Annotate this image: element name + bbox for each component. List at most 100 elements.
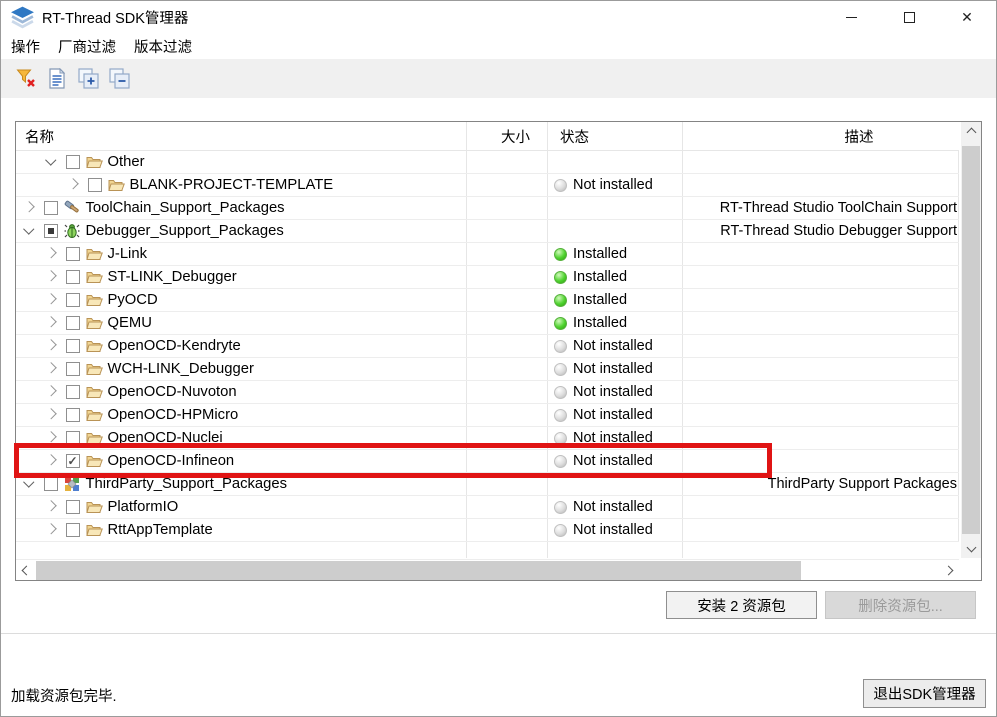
table-row[interactable]: PyOCD Installed (16, 289, 959, 312)
chevron-right-icon[interactable] (23, 201, 35, 213)
package-table: 名称 大小 状态 描述 Other BLANK-PROJECT-TEMPLATE N… (15, 121, 982, 581)
scroll-right-arrow[interactable] (941, 560, 959, 581)
chevron-right-icon[interactable] (45, 408, 57, 420)
row-checkbox[interactable] (43, 477, 58, 491)
plugin-icon (64, 476, 81, 492)
table-row[interactable]: ToolChain_Support_Packages RT-Thread Stud… (16, 197, 959, 220)
table-row[interactable]: RttAppTemplate Not installed (16, 519, 959, 542)
table-row[interactable]: ST-LINK_Debugger Installed (16, 266, 959, 289)
column-header-size[interactable]: 大小 (467, 122, 548, 150)
row-checkbox[interactable] (65, 339, 80, 353)
cell-description (683, 243, 959, 265)
row-checkbox[interactable] (65, 385, 80, 399)
cell-name: OpenOCD-Nuvoton (16, 381, 467, 403)
cell-description (683, 381, 959, 403)
horizontal-scrollbar[interactable] (16, 559, 959, 580)
row-checkbox[interactable] (43, 201, 58, 215)
folder-icon (107, 177, 125, 193)
install-packages-button[interactable]: 安装 2 资源包 (666, 591, 817, 619)
table-row[interactable]: OpenOCD-Infineon Not installed (16, 450, 959, 473)
table-row[interactable]: OpenOCD-Nuclei Not installed (16, 427, 959, 450)
cell-size (467, 358, 548, 380)
status-label: Not installed (573, 453, 653, 469)
row-checkbox[interactable] (87, 178, 102, 192)
cell-description (683, 289, 959, 311)
exit-sdk-manager-button[interactable]: 退出SDK管理器 (863, 679, 986, 708)
table-row[interactable]: J-Link Installed (16, 243, 959, 266)
log-button[interactable] (45, 67, 69, 91)
column-header-description[interactable]: 描述 (683, 122, 959, 150)
cell-status: Installed (548, 289, 683, 311)
chevron-right-icon[interactable] (45, 247, 57, 259)
filter-clear-icon (15, 69, 35, 87)
sdk-manager-window: RT-Thread SDK管理器 ✕ 操作 厂商过滤 版本过滤 名称 大小 状态… (0, 0, 997, 717)
chevron-right-icon[interactable] (45, 500, 57, 512)
table-row[interactable]: PlatformIO Not installed (16, 496, 959, 519)
table-row[interactable]: OpenOCD-Kendryte Not installed (16, 335, 959, 358)
table-row[interactable]: BLANK-PROJECT-TEMPLATE Not installed (16, 174, 959, 197)
minimize-button[interactable] (822, 1, 880, 33)
not-installed-status-icon (554, 385, 567, 399)
row-checkbox[interactable] (65, 293, 80, 307)
row-checkbox[interactable] (43, 224, 58, 238)
row-checkbox[interactable] (65, 500, 80, 514)
collapse-all-button[interactable] (107, 67, 131, 91)
column-header-name[interactable]: 名称 (16, 122, 467, 150)
not-installed-status-icon (554, 431, 567, 445)
table-row[interactable]: Debugger_Support_Packages RT-Thread Studi… (16, 220, 959, 243)
menu-operation[interactable]: 操作 (11, 33, 49, 60)
cell-size (467, 220, 548, 242)
chevron-down-icon[interactable] (23, 476, 35, 488)
expand-all-button[interactable] (76, 67, 100, 91)
row-checkbox[interactable] (65, 270, 80, 284)
close-button[interactable]: ✕ (938, 1, 996, 33)
menu-vendor-filter[interactable]: 厂商过滤 (58, 33, 125, 60)
expand-all-icon (77, 68, 99, 89)
row-checkbox[interactable] (65, 316, 80, 330)
row-checkbox[interactable] (65, 247, 80, 261)
table-row[interactable]: WCH-LINK_Debugger Not installed (16, 358, 959, 381)
chevron-right-icon[interactable] (45, 385, 57, 397)
vertical-scrollbar-thumb[interactable] (962, 146, 980, 534)
chevron-right-icon[interactable] (45, 362, 57, 374)
clear-filter-button[interactable] (14, 67, 38, 91)
row-checkbox[interactable] (65, 454, 80, 468)
row-checkbox[interactable] (65, 523, 80, 537)
cell-status: Not installed (548, 174, 683, 196)
cell-name: PyOCD (16, 289, 467, 311)
cell-description (683, 151, 959, 173)
chevron-right-icon[interactable] (45, 293, 57, 305)
scroll-down-arrow[interactable] (961, 540, 981, 558)
cell-status: Not installed (548, 381, 683, 403)
row-checkbox[interactable] (65, 155, 80, 169)
table-row[interactable]: QEMU Installed (16, 312, 959, 335)
chevron-right-icon[interactable] (45, 316, 57, 328)
chevron-right-icon[interactable] (67, 178, 79, 190)
row-checkbox[interactable] (65, 431, 80, 445)
cell-description: RT-Thread Studio Debugger Support (683, 220, 959, 242)
horizontal-scrollbar-thumb[interactable] (36, 561, 801, 580)
chevron-down-icon[interactable] (23, 223, 35, 235)
table-row[interactable]: ThirdParty_Support_Packages ThirdParty Su… (16, 473, 959, 496)
maximize-button[interactable] (880, 1, 938, 33)
chevron-right-icon[interactable] (45, 270, 57, 282)
menu-version-filter[interactable]: 版本过滤 (134, 33, 201, 60)
chevron-right-icon[interactable] (45, 339, 57, 351)
column-header-status[interactable]: 状态 (548, 122, 683, 150)
vertical-scrollbar[interactable] (961, 122, 981, 558)
row-checkbox[interactable] (65, 362, 80, 376)
table-row[interactable]: OpenOCD-Nuvoton Not installed (16, 381, 959, 404)
table-row[interactable]: Other (16, 151, 959, 174)
scroll-up-arrow[interactable] (961, 122, 981, 140)
cell-size (467, 197, 548, 219)
chevron-right-icon[interactable] (45, 431, 57, 443)
folder-icon (85, 154, 103, 170)
chevron-right-icon[interactable] (45, 523, 57, 535)
scroll-left-arrow[interactable] (16, 560, 34, 581)
row-checkbox[interactable] (65, 408, 80, 422)
cell-name: J-Link (16, 243, 467, 265)
table-row[interactable]: OpenOCD-HPMicro Not installed (16, 404, 959, 427)
chevron-right-icon[interactable] (45, 454, 57, 466)
cell-name: OpenOCD-Infineon (16, 450, 467, 472)
chevron-down-icon[interactable] (45, 154, 57, 166)
